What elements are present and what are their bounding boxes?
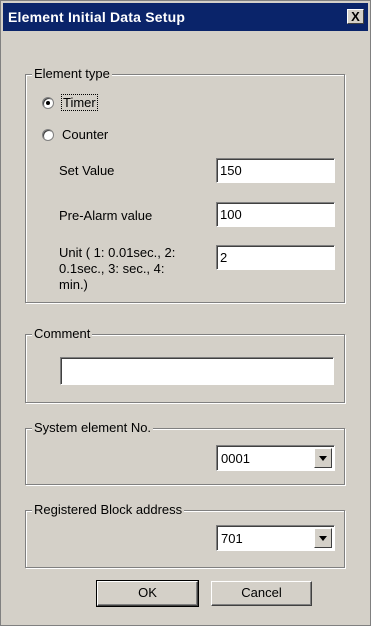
unit-label-line-3: min.) <box>59 277 88 292</box>
registered-block-value: 701 <box>221 531 243 546</box>
title-bar[interactable]: Element Initial Data Setup X <box>3 3 368 31</box>
element-type-legend: Element type <box>32 66 112 82</box>
unit-label-line-2: 0.1sec., 3: sec., 4: <box>59 261 165 276</box>
pre-alarm-input[interactable]: 100 <box>216 202 335 227</box>
timer-radio[interactable]: Timer <box>42 94 98 111</box>
system-element-group: System element No. 0001 <box>25 420 345 485</box>
system-element-value: 0001 <box>221 451 250 466</box>
dropdown-button[interactable] <box>314 448 332 468</box>
unit-label: Unit ( 1: 0.01sec., 2: 0.1sec., 3: sec.,… <box>59 245 209 293</box>
pre-alarm-label: Pre-Alarm value <box>59 208 153 223</box>
dialog-title: Element Initial Data Setup <box>8 9 186 25</box>
registered-block-select[interactable]: 701 <box>216 525 335 551</box>
radio-unselected-icon <box>42 128 54 141</box>
ok-button[interactable]: OK <box>96 580 199 607</box>
cancel-button[interactable]: Cancel <box>211 581 312 606</box>
dropdown-button[interactable] <box>314 528 332 548</box>
comment-group: Comment <box>25 326 345 403</box>
dialog-window: Element Initial Data Setup X Element typ… <box>0 0 371 626</box>
registered-block-group: Registered Block address 701 <box>25 502 345 568</box>
unit-label-line-1: Unit ( 1: 0.01sec., 2: <box>59 245 176 260</box>
comment-input[interactable] <box>60 357 334 385</box>
chevron-down-icon <box>319 456 327 461</box>
set-value-label: Set Value <box>59 163 115 178</box>
system-element-legend: System element No. <box>32 420 154 436</box>
timer-radio-label: Timer <box>61 94 98 111</box>
registered-block-legend: Registered Block address <box>32 502 185 518</box>
close-icon[interactable]: X <box>347 9 364 24</box>
element-type-group: Element type Timer Counter Set Value 150… <box>25 66 345 303</box>
comment-legend: Comment <box>32 326 93 342</box>
radio-selected-icon <box>42 96 54 109</box>
system-element-select[interactable]: 0001 <box>216 445 335 471</box>
set-value-input[interactable]: 150 <box>216 158 335 183</box>
counter-radio[interactable]: Counter <box>42 127 108 142</box>
chevron-down-icon <box>319 536 327 541</box>
unit-input[interactable]: 2 <box>216 245 335 270</box>
counter-radio-label: Counter <box>62 127 109 142</box>
